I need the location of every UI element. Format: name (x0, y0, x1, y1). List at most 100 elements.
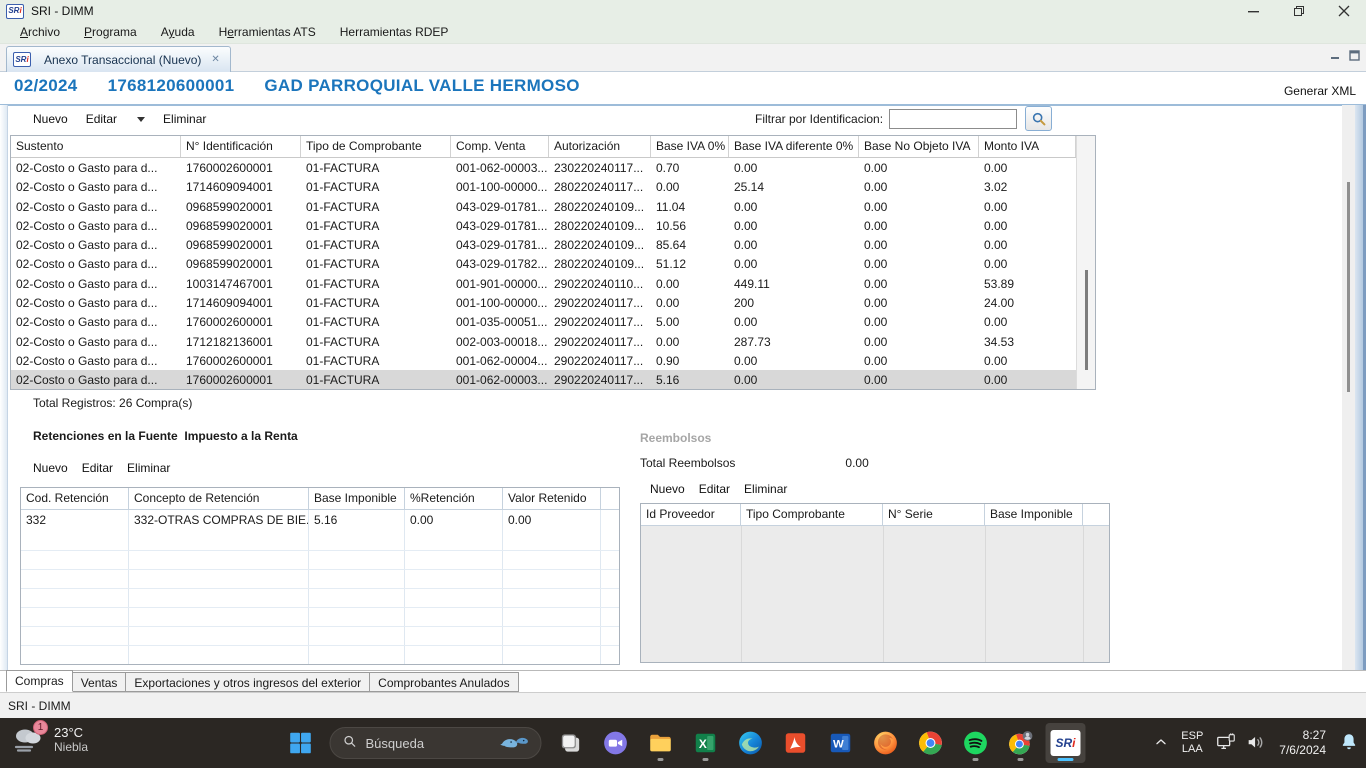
column-header[interactable]: Concepto de Retención (129, 488, 309, 509)
menu-herramientas-ats[interactable]: Herramientas ATS (207, 23, 328, 42)
scrollbar-thumb[interactable] (1085, 270, 1088, 370)
spotify-icon[interactable] (956, 723, 996, 763)
toolbar-eliminar-button[interactable]: Eliminar (163, 112, 206, 126)
search-box[interactable]: Búsqueda (330, 727, 542, 759)
restore-button[interactable] (1276, 0, 1321, 22)
column-header[interactable]: Base No Objeto IVA (859, 136, 979, 157)
toolbar-editar-button[interactable]: Editar (699, 482, 730, 496)
column-header[interactable]: Autorización (549, 136, 651, 157)
cell: 1714609094001 (181, 293, 301, 312)
chrome-icon[interactable] (911, 723, 951, 763)
cell: 01-FACTURA (301, 370, 451, 389)
network-icon[interactable] (1215, 731, 1237, 756)
column-header[interactable]: Base IVA diferente 0% (729, 136, 859, 157)
view-maximize-icon[interactable] (1349, 50, 1360, 64)
language-indicator[interactable]: ESP LAA (1181, 730, 1203, 756)
tab-exportaciones[interactable]: Exportaciones y otros ingresos del exter… (126, 672, 370, 692)
chat-icon[interactable] (596, 723, 636, 763)
tab-compras[interactable]: Compras (6, 670, 73, 692)
empty-row (21, 646, 619, 665)
column-header[interactable]: %Retención (405, 488, 503, 509)
column-header[interactable]: Base Imponible (985, 504, 1083, 525)
table-row[interactable]: 02-Costo o Gasto para d...17600026000010… (11, 351, 1095, 370)
table-row[interactable]: 02-Costo o Gasto para d...17146090940010… (11, 293, 1095, 312)
table-row[interactable]: 02-Costo o Gasto para d...17600026000010… (11, 312, 1095, 331)
menu-herramientas-rdep[interactable]: Herramientas RDEP (328, 23, 461, 42)
excel-icon[interactable]: X (686, 723, 726, 763)
edge-icon[interactable] (731, 723, 771, 763)
toolbar-editar-button[interactable]: Editar (82, 461, 113, 475)
generate-xml-button[interactable]: Generar XML (1284, 84, 1356, 98)
table-row[interactable]: 332332-OTRAS COMPRAS DE BIE...5.160.000.… (21, 510, 619, 532)
column-header[interactable]: N° Identificación (181, 136, 301, 157)
firefox-icon[interactable] (866, 723, 906, 763)
table-row[interactable]: 02-Costo o Gasto para d...17600026000010… (11, 158, 1095, 177)
tab-comprobantes[interactable]: Comprobantes Anulados (370, 672, 518, 692)
sri-dimm-icon[interactable]: SRi (1046, 723, 1086, 763)
toolbar-nuevo-button[interactable]: Nuevo (650, 482, 685, 496)
file-explorer-icon[interactable] (641, 723, 681, 763)
tab-ventas[interactable]: Ventas (73, 672, 127, 692)
running-indicator (1018, 758, 1024, 761)
chrome-profile-icon[interactable] (1001, 723, 1041, 763)
reembolsos-table[interactable]: Id ProveedorTipo ComprobanteN° SerieBase… (640, 503, 1110, 663)
column-header[interactable]: Id Proveedor (641, 504, 741, 525)
cell: 0.00 (859, 177, 979, 196)
toolbar-eliminar-button[interactable]: Eliminar (127, 461, 170, 475)
retenciones-table[interactable]: Cod. RetenciónConcepto de RetenciónBase … (20, 487, 620, 665)
tab-close-icon[interactable]: ✕ (211, 54, 219, 65)
ruc-label: 1768120600001 (108, 76, 235, 96)
table-row[interactable]: 02-Costo o Gasto para d...09685990200010… (11, 197, 1095, 216)
column-header[interactable]: Comp. Venta (451, 136, 549, 157)
search-button[interactable] (1025, 106, 1052, 131)
column-header[interactable]: Base IVA 0% (651, 136, 729, 157)
cell (405, 532, 503, 550)
column-header[interactable]: Cod. Retención (21, 488, 129, 509)
compras-table[interactable]: SustentoN° IdentificaciónTipo de Comprob… (10, 135, 1096, 390)
table-row[interactable]: 02-Costo o Gasto para d...17146090940010… (11, 177, 1095, 196)
table-row[interactable]: 02-Costo o Gasto para d...09685990200010… (11, 216, 1095, 235)
menu-ayuda[interactable]: Ayuda (149, 23, 207, 42)
clock[interactable]: 8:27 7/6/2024 (1279, 728, 1326, 758)
cell: 290220240117... (549, 351, 651, 370)
cell (129, 532, 309, 550)
pdf-reader-icon[interactable] (776, 723, 816, 763)
filter-input[interactable] (889, 109, 1017, 129)
notification-bell-icon[interactable] (1338, 731, 1360, 756)
toolbar-nuevo-button[interactable]: Nuevo (33, 461, 68, 475)
task-view-icon[interactable] (551, 723, 591, 763)
view-minimize-icon[interactable] (1330, 50, 1341, 64)
table-row[interactable]: 02-Costo o Gasto para d...09685990200010… (11, 254, 1095, 273)
volume-icon[interactable] (1245, 731, 1267, 756)
dropdown-caret-icon[interactable] (137, 117, 145, 122)
form-vertical-scrollbar[interactable] (1342, 105, 1355, 670)
column-header[interactable]: Tipo Comprobante (741, 504, 883, 525)
column-header[interactable]: Valor Retenido (503, 488, 601, 509)
column-header[interactable]: N° Serie (883, 504, 985, 525)
table-row[interactable]: 02-Costo o Gasto para d...17121821360010… (11, 332, 1095, 351)
column-header[interactable]: Sustento (11, 136, 181, 157)
cell (21, 551, 129, 569)
table-row[interactable]: 02-Costo o Gasto para d...09685990200010… (11, 235, 1095, 254)
table-row[interactable]: 02-Costo o Gasto para d...10031474670010… (11, 274, 1095, 293)
table-row[interactable]: 02-Costo o Gasto para d...17600026000010… (11, 370, 1095, 389)
running-indicator (973, 758, 979, 761)
compras-scrollbar[interactable] (1076, 136, 1095, 389)
word-icon[interactable]: W (821, 723, 861, 763)
menu-archivo[interactable]: Archivo (8, 23, 72, 42)
column-header[interactable]: Monto IVA (979, 136, 1076, 157)
weather-widget[interactable]: 1 23°C Niebla (10, 723, 88, 757)
toolbar-nuevo-button[interactable]: Nuevo (33, 112, 68, 126)
menu-programa[interactable]: Programa (72, 23, 149, 42)
toolbar-eliminar-button[interactable]: Eliminar (744, 482, 787, 496)
start-button[interactable] (281, 723, 321, 763)
cell: 287.73 (729, 332, 859, 351)
minimize-button[interactable] (1231, 0, 1276, 22)
cell: 290220240117... (549, 370, 651, 389)
toolbar-editar-button[interactable]: Editar (86, 112, 117, 126)
column-header[interactable]: Base Imponible (309, 488, 405, 509)
tab-anexo-transaccional[interactable]: SRi Anexo Transaccional (Nuevo) ✕ (6, 46, 231, 72)
column-header[interactable]: Tipo de Comprobante (301, 136, 451, 157)
tray-chevron-icon[interactable] (1153, 734, 1169, 753)
close-button[interactable] (1321, 0, 1366, 22)
